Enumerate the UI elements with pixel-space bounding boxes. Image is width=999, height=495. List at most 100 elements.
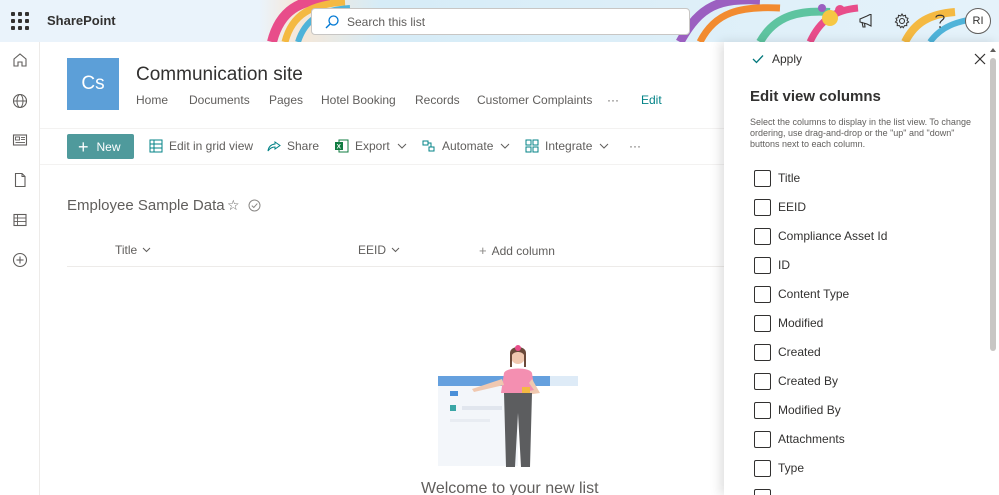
brand-title[interactable]: SharePoint [47,13,116,28]
left-app-rail [0,42,40,495]
scroll-thumb[interactable] [990,58,996,351]
column-checkbox[interactable] [754,372,771,390]
column-checkbox[interactable] [754,488,771,495]
apply-label: Apply [772,52,803,66]
help-icon[interactable] [927,8,953,34]
nav-more-button[interactable]: ··· [607,93,619,107]
chevron-down-icon [391,247,400,253]
export-label: Export [355,139,390,153]
welcome-message: Welcome to your new list [421,480,599,495]
automate-icon [422,140,435,152]
share-icon [267,141,281,152]
column-option-title[interactable]: Title [754,169,800,187]
panel-scrollbar[interactable] [987,42,999,495]
column-checkbox[interactable] [754,198,771,216]
site-logo[interactable]: Cs [67,58,119,110]
document-icon[interactable] [12,172,28,188]
nav-item-home[interactable]: Home [136,93,168,107]
nav-edit-link[interactable]: Edit [641,93,662,107]
column-option-created[interactable]: Created [754,343,821,361]
user-avatar[interactable]: RI [965,8,991,34]
close-icon[interactable] [973,52,987,66]
chevron-down-icon [501,143,510,149]
column-option-eeid[interactable]: EEID [754,198,806,216]
column-option-attachments[interactable]: Attachments [754,430,845,448]
add-column-button[interactable]: + Add column [479,243,555,258]
nav-item-pages[interactable]: Pages [269,93,303,107]
column-option-label: Modified [778,316,824,330]
column-checkbox[interactable] [754,169,771,187]
lists-icon[interactable] [12,212,28,228]
new-button[interactable]: + New [67,134,134,159]
column-option-label: Attachments [778,432,845,446]
checkmark-icon [757,174,768,183]
home-icon[interactable] [12,52,28,68]
checkmark-icon [752,55,764,64]
chevron-down-icon [397,143,407,149]
nav-item-documents[interactable]: Documents [189,93,250,107]
apply-button[interactable]: Apply [752,52,802,66]
column-option-modified-by[interactable]: Modified By [754,401,841,419]
nav-item-records[interactable]: Records [415,93,460,107]
check-circle-icon[interactable] [248,199,261,212]
scroll-up-arrow-icon[interactable] [987,45,999,55]
column-checkbox[interactable] [754,401,771,419]
column-checkbox[interactable] [754,459,771,477]
share-button[interactable]: Share [267,139,319,153]
column-option-compliance-asset-id[interactable]: Compliance Asset Id [754,227,887,245]
column-checkbox[interactable] [754,256,771,274]
automate-label: Automate [442,139,494,153]
column-option-created-by[interactable]: Created By [754,372,838,390]
empty-list-illustration [438,345,578,467]
globe-icon[interactable] [12,93,28,109]
export-button[interactable]: X Export [334,139,407,153]
column-option-label: ID [778,258,790,272]
column-header-title-label: Title [115,243,138,257]
column-checkbox[interactable] [754,430,771,448]
search-input[interactable]: Search this list [311,8,690,35]
more-commands-button[interactable]: ··· [629,139,641,153]
feedback-megaphone-icon[interactable] [853,8,879,34]
create-plus-icon[interactable] [12,252,28,268]
chevron-down-icon [142,247,151,253]
column-checkbox[interactable] [754,314,771,332]
nav-item-hotel-booking[interactable]: Hotel Booking [321,93,396,107]
edit-grid-view-button[interactable]: Edit in grid view [149,139,253,153]
search-icon [325,15,339,29]
column-option-modified[interactable]: Modified [754,314,823,332]
checkmark-icon [757,203,768,212]
column-option-label: EEID [778,200,807,214]
share-label: Share [287,139,320,153]
column-option-partial[interactable] [754,488,771,495]
integrate-button[interactable]: Integrate [525,139,609,153]
add-column-label: Add column [491,243,555,258]
nav-item-customer-complaints[interactable]: Customer Complaints [477,93,592,107]
column-checkbox[interactable] [754,343,771,361]
column-option-label: Created [778,345,821,359]
column-option-id[interactable]: ID [754,256,790,274]
list-title[interactable]: Employee Sample Data [67,197,225,214]
automate-button[interactable]: Automate [421,139,510,153]
panel-description: Select the columns to display in the lis… [750,117,971,149]
edit-grid-label: Edit in grid view [169,139,254,153]
excel-icon: X [335,139,349,153]
panel-title: Edit view columns [750,88,881,105]
column-header-title[interactable]: Title [115,243,151,257]
plus-icon: + [479,243,487,258]
column-option-label: Created By [778,374,839,388]
site-title[interactable]: Communication site [136,64,303,86]
column-option-type[interactable]: Type [754,459,804,477]
integrate-icon [525,139,539,153]
column-checkbox[interactable] [754,227,771,245]
grid-icon [149,139,163,153]
column-option-label: Type [778,461,805,475]
favorite-star-icon[interactable]: ☆ [227,197,240,214]
column-header-eeid[interactable]: EEID [358,243,400,257]
app-launcher-icon[interactable] [11,12,29,30]
settings-gear-icon[interactable] [889,8,915,34]
column-checkbox[interactable] [754,285,771,303]
news-icon[interactable] [12,132,28,148]
column-option-content-type[interactable]: Content Type [754,285,849,303]
column-header-eeid-label: EEID [358,243,387,257]
column-option-label: Compliance Asset Id [778,229,888,243]
